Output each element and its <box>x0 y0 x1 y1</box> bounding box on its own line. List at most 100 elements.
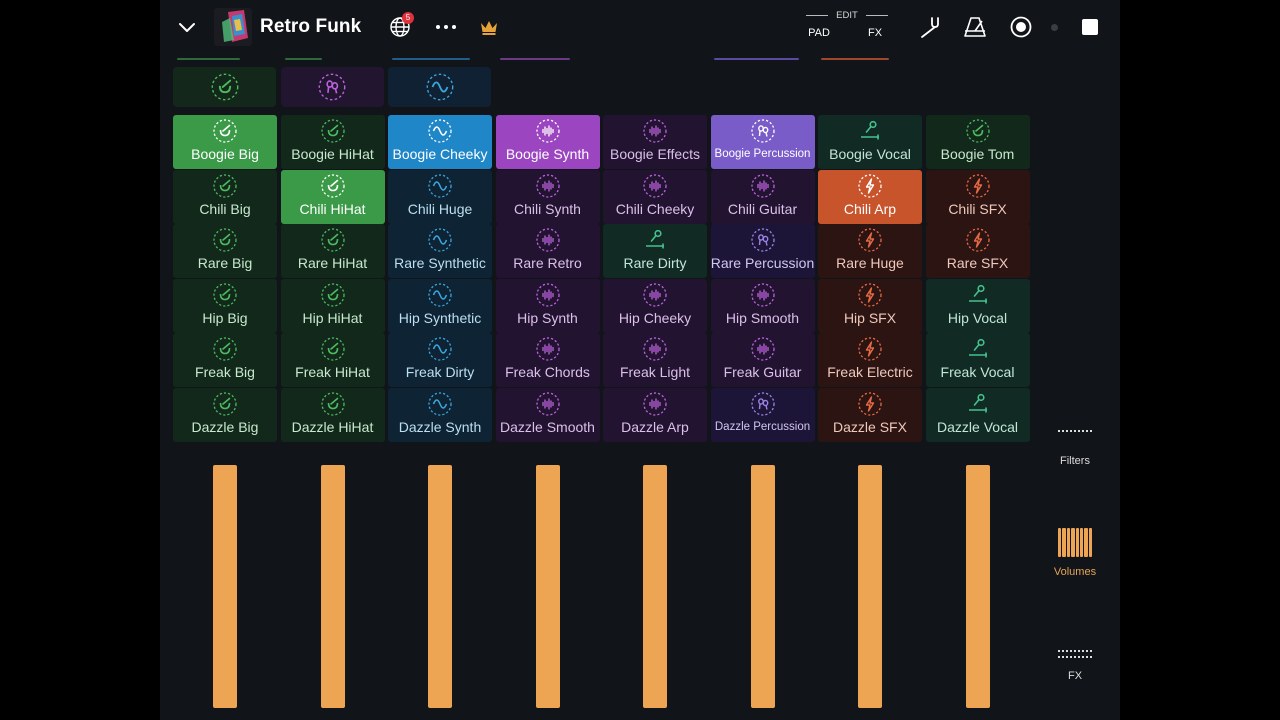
loop-cell[interactable]: Hip Smooth <box>710 278 815 333</box>
loop-cell[interactable]: Hip Synth <box>495 278 600 333</box>
scene-trigger[interactable] <box>388 67 491 107</box>
loop-cell[interactable]: Freak HiHat <box>280 333 385 387</box>
loop-cell[interactable]: Hip HiHat <box>280 278 385 333</box>
loop-cell[interactable]: Hip Synthetic <box>388 278 492 333</box>
ellipsis-icon[interactable] <box>434 16 458 38</box>
edit-toggle: EDIT PAD FX <box>806 8 888 42</box>
volumes-icon[interactable] <box>1058 528 1092 557</box>
loop-cell[interactable]: Dazzle Smooth <box>495 387 600 442</box>
loop-cell[interactable]: Rare HiHat <box>280 224 385 278</box>
loop-cell-label: Rare Huge <box>836 255 904 271</box>
bolt-icon <box>857 227 883 253</box>
project-title[interactable]: Retro Funk <box>260 16 361 38</box>
loop-cell-label: Rare Percussion <box>710 255 815 271</box>
loop-cell[interactable]: Dazzle SFX <box>818 387 922 442</box>
volume-fader[interactable] <box>965 465 990 708</box>
loop-cell[interactable]: Chili Synth <box>495 169 600 224</box>
tuning-fork-icon[interactable] <box>918 15 942 39</box>
notification-badge: 5 <box>402 12 414 24</box>
loop-cell[interactable]: Dazzle HiHat <box>280 387 385 442</box>
column-indicator <box>821 58 889 60</box>
wave-icon <box>427 227 453 253</box>
loop-cell-label: Chili HiHat <box>299 200 366 217</box>
drum-icon <box>320 282 346 308</box>
loop-cell[interactable]: Rare Retro <box>495 224 600 278</box>
edit-fx-button[interactable]: FX <box>862 27 888 39</box>
project-artwork[interactable] <box>214 8 252 46</box>
percussion-icon <box>750 391 776 417</box>
percussion-icon <box>750 118 776 144</box>
crown-icon[interactable] <box>478 17 500 37</box>
volume-fader[interactable] <box>320 465 345 708</box>
loop-cell[interactable]: Hip Vocal <box>925 278 1030 333</box>
loop-cell-label: Hip HiHat <box>302 309 363 326</box>
bolt-icon <box>857 391 883 417</box>
top-bar: Retro Funk 5 EDIT PAD FX <box>160 0 1120 56</box>
loop-cell-label: Hip Smooth <box>725 309 800 326</box>
loop-cell[interactable]: Dazzle Synth <box>388 387 492 442</box>
volumes-label[interactable]: Volumes <box>1030 566 1120 578</box>
filters-label[interactable]: Filters <box>1030 455 1120 467</box>
scene-trigger[interactable] <box>173 67 276 107</box>
loop-cell[interactable]: Rare Synthetic <box>388 224 492 278</box>
volume-fader[interactable] <box>643 465 667 708</box>
loop-cell[interactable]: Rare Percussion <box>710 224 815 278</box>
loop-cell[interactable]: Chili Cheeky <box>603 169 707 224</box>
loop-cell[interactable]: Hip Big <box>173 278 277 333</box>
loop-cell[interactable]: Dazzle Vocal <box>925 387 1030 442</box>
wave-icon <box>427 336 453 362</box>
loop-cell[interactable]: Freak Big <box>173 333 277 387</box>
chevron-down-icon[interactable] <box>176 16 198 38</box>
volume-fader[interactable] <box>428 465 452 708</box>
loop-cell-label: Hip Vocal <box>947 309 1008 326</box>
loop-cell[interactable]: Freak Guitar <box>710 333 815 387</box>
loop-cell[interactable]: Freak Vocal <box>925 333 1030 387</box>
loop-cell[interactable]: Hip SFX <box>818 278 922 333</box>
loop-cell-label: Rare SFX <box>946 255 1009 271</box>
metronome-icon[interactable] <box>962 15 988 39</box>
loop-cell[interactable]: Chili Huge <box>388 169 492 224</box>
loop-cell-label: Freak Vocal <box>940 364 1015 380</box>
globe-icon[interactable]: 5 <box>388 12 414 39</box>
loop-cell[interactable]: Chili Arp <box>818 169 922 224</box>
loop-cell[interactable]: Chili Guitar <box>710 169 815 224</box>
loop-cell[interactable]: Rare Big <box>173 224 277 278</box>
loop-cell[interactable]: Rare Dirty <box>603 224 707 278</box>
loop-cell[interactable]: Boogie Percussion <box>710 115 815 169</box>
loop-cell[interactable]: Boogie Effects <box>603 115 707 169</box>
loop-cell[interactable]: Freak Chords <box>495 333 600 387</box>
fx-label[interactable]: FX <box>1030 670 1120 682</box>
wave-icon <box>427 282 453 308</box>
loop-cell[interactable]: Boogie Cheeky <box>388 115 492 169</box>
loop-cell[interactable]: Boogie Vocal <box>818 115 922 169</box>
loop-cell[interactable]: Boogie Synth <box>495 115 600 169</box>
loop-cell[interactable]: Rare Huge <box>818 224 922 278</box>
volume-fader[interactable] <box>213 465 237 708</box>
fx-icon[interactable] <box>1058 650 1092 652</box>
loop-cell[interactable]: Dazzle Arp <box>603 387 707 442</box>
loop-cell[interactable]: Dazzle Percussion <box>710 387 815 442</box>
record-icon[interactable] <box>1009 15 1033 39</box>
mic-icon <box>965 282 991 308</box>
loop-cell[interactable]: Boogie Big <box>173 115 277 169</box>
loop-cell[interactable]: Rare SFX <box>925 224 1030 278</box>
waveform-icon <box>535 173 561 199</box>
loop-cell-label: Chili Guitar <box>727 200 798 217</box>
loop-cell[interactable]: Freak Dirty <box>388 333 492 387</box>
volume-fader[interactable] <box>750 465 775 708</box>
edit-pad-button[interactable]: PAD <box>806 27 832 39</box>
filters-icon[interactable] <box>1058 430 1092 432</box>
loop-cell[interactable]: Chili HiHat <box>280 169 385 224</box>
stop-icon[interactable] <box>1082 19 1098 35</box>
loop-cell[interactable]: Chili Big <box>173 169 277 224</box>
loop-cell[interactable]: Boogie Tom <box>925 115 1030 169</box>
loop-cell[interactable]: Chili SFX <box>925 169 1030 224</box>
volume-fader[interactable] <box>858 465 882 708</box>
volume-fader[interactable] <box>535 465 560 708</box>
loop-cell[interactable]: Freak Electric <box>818 333 922 387</box>
loop-cell[interactable]: Dazzle Big <box>173 387 277 442</box>
loop-cell[interactable]: Boogie HiHat <box>280 115 385 169</box>
loop-cell[interactable]: Hip Cheeky <box>603 278 707 333</box>
scene-trigger[interactable] <box>280 67 384 107</box>
loop-cell[interactable]: Freak Light <box>603 333 707 387</box>
